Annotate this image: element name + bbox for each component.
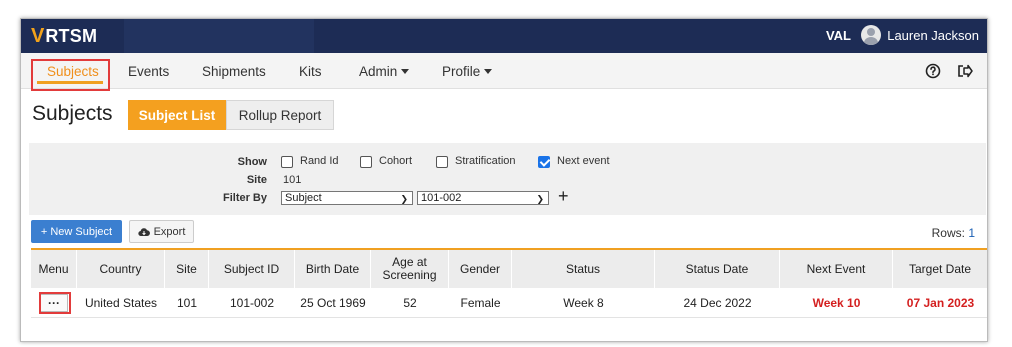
menu-highlight-box bbox=[39, 292, 71, 314]
cell-subject-id[interactable]: 101-002 bbox=[209, 288, 295, 318]
col-status[interactable]: Status bbox=[512, 250, 655, 288]
nav-admin[interactable]: Admin bbox=[359, 64, 410, 79]
user-menu[interactable]: Lauren Jackson bbox=[861, 25, 979, 45]
stratification-label: Stratification bbox=[455, 155, 516, 167]
site-label: Site bbox=[246, 174, 267, 186]
export-label: Export bbox=[153, 225, 186, 238]
table-header: Menu Country Site Subject ID Birth Date … bbox=[31, 250, 987, 288]
cell-next-event: Week 10 bbox=[812, 296, 861, 310]
cell-status-date: 24 Dec 2022 bbox=[683, 296, 752, 310]
cloud-download-icon bbox=[137, 227, 150, 236]
caret-down-icon bbox=[401, 69, 410, 74]
col-age-at-screening[interactable]: Age at Screening bbox=[371, 250, 449, 288]
cell-status: Week 8 bbox=[563, 296, 604, 310]
filter-by-label: Filter By bbox=[222, 192, 267, 204]
cell-site: 101 bbox=[176, 296, 198, 310]
top-bar-band bbox=[124, 19, 314, 53]
help-icon[interactable] bbox=[923, 61, 943, 81]
next-event-checkbox[interactable] bbox=[538, 156, 550, 168]
cell-target-date: 07 Jan 2023 bbox=[906, 296, 975, 310]
subjects-highlight-box bbox=[31, 59, 110, 91]
nav-profile[interactable]: Profile bbox=[442, 64, 493, 79]
environment-label: VAL bbox=[825, 28, 851, 43]
next-event-label: Next event bbox=[557, 155, 610, 167]
cohort-label: Cohort bbox=[379, 155, 413, 167]
col-menu[interactable]: Menu bbox=[31, 250, 77, 288]
table-row: ··· United States 101 101-002 25 Oct 196… bbox=[31, 288, 987, 318]
chevron-down-icon: ❯ bbox=[400, 194, 408, 204]
filter-field-select[interactable]: Subject ❯ bbox=[281, 191, 413, 205]
cell-birth-date: 25 Oct 1969 bbox=[300, 296, 366, 310]
rand-id-label: Rand Id bbox=[300, 155, 339, 167]
col-next-event[interactable]: Next Event bbox=[780, 250, 893, 288]
app-window: V RTSM VAL Lauren Jackson Subjects Event… bbox=[20, 18, 988, 342]
col-birth-date[interactable]: Birth Date bbox=[295, 250, 371, 288]
export-button[interactable]: Export bbox=[129, 220, 194, 243]
chevron-down-icon: ❯ bbox=[536, 194, 544, 204]
nav-kits[interactable]: Kits bbox=[299, 64, 322, 79]
user-avatar-icon bbox=[861, 25, 882, 45]
cell-gender: Female bbox=[460, 296, 501, 310]
col-site[interactable]: Site bbox=[165, 250, 209, 288]
logo-v-mark: V bbox=[31, 24, 45, 47]
rand-id-checkbox[interactable] bbox=[281, 156, 293, 168]
stratification-checkbox[interactable] bbox=[436, 156, 448, 168]
filter-value-text: 101-002 bbox=[421, 192, 462, 204]
rows-number: 1 bbox=[968, 226, 975, 240]
cohort-checkbox[interactable] bbox=[360, 156, 372, 168]
tab-rollup-report[interactable]: Rollup Report bbox=[226, 100, 334, 130]
filter-field-value: Subject bbox=[285, 192, 322, 204]
cell-country: United States bbox=[84, 296, 158, 310]
logo-text: RTSM bbox=[45, 25, 98, 46]
tab-subject-list[interactable]: Subject List bbox=[128, 100, 226, 130]
nav-shipments[interactable]: Shipments bbox=[202, 64, 266, 79]
user-name: Lauren Jackson bbox=[887, 27, 979, 43]
col-subject-id[interactable]: Subject ID bbox=[209, 250, 295, 288]
nav-profile-label: Profile bbox=[442, 64, 481, 79]
app-logo[interactable]: V RTSM bbox=[31, 24, 97, 48]
nav-admin-label: Admin bbox=[359, 64, 398, 79]
nav-events[interactable]: Events bbox=[128, 64, 169, 79]
logout-icon[interactable] bbox=[955, 61, 975, 81]
page-title: Subjects bbox=[32, 102, 113, 125]
filter-panel: Show Rand Id Cohort Stratification Next … bbox=[29, 143, 986, 215]
caret-down-icon bbox=[484, 69, 493, 74]
col-target-date[interactable]: Target Date bbox=[893, 250, 987, 288]
rows-count: Rows: 1 bbox=[932, 226, 975, 240]
rows-label: Rows: bbox=[931, 226, 965, 240]
site-value: 101 bbox=[283, 174, 302, 186]
col-gender[interactable]: Gender bbox=[449, 250, 512, 288]
filter-value-select[interactable]: 101-002 ❯ bbox=[417, 191, 549, 205]
add-filter-button[interactable]: + bbox=[558, 186, 569, 207]
show-label: Show bbox=[237, 156, 267, 168]
cell-age: 52 bbox=[403, 296, 417, 310]
top-bar: V RTSM VAL Lauren Jackson bbox=[21, 19, 987, 53]
col-country[interactable]: Country bbox=[77, 250, 165, 288]
main-nav: Subjects Events Shipments Kits Admin Pro… bbox=[21, 53, 987, 89]
new-subject-button[interactable]: + New Subject bbox=[31, 220, 122, 243]
col-status-date[interactable]: Status Date bbox=[655, 250, 780, 288]
